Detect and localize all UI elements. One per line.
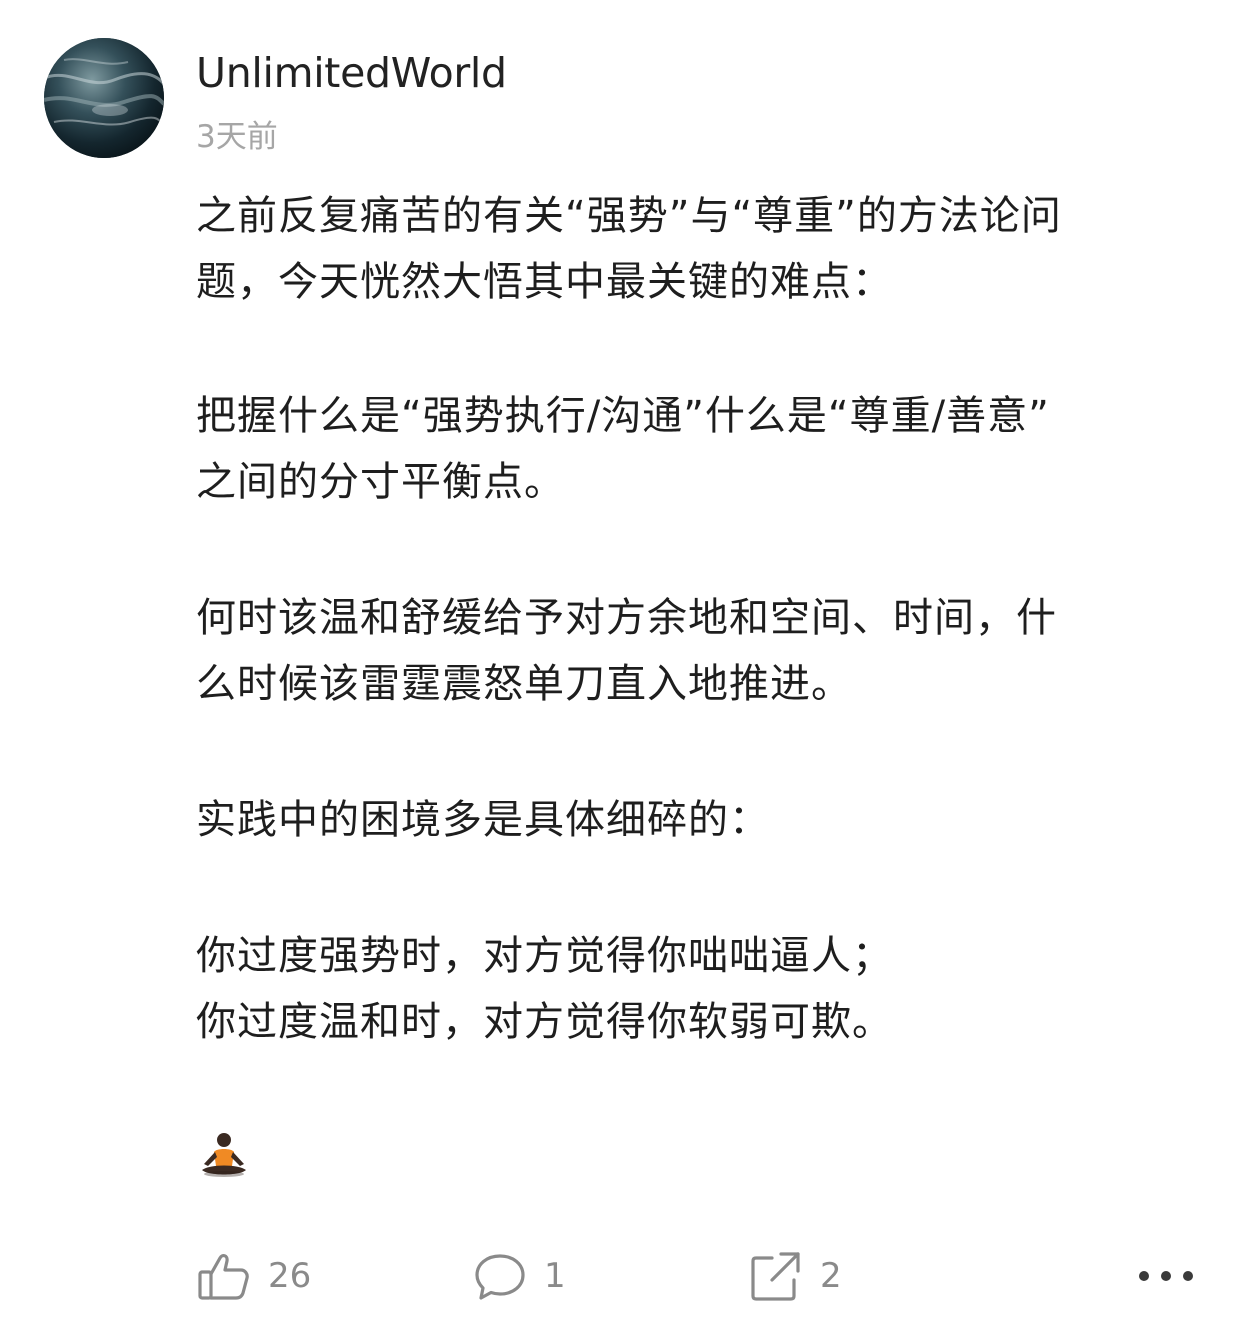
share-button[interactable]: 2	[748, 1240, 842, 1312]
comment-count: 1	[544, 1256, 566, 1296]
content-line: 么时候该雷霆震怒单刀直入地推进。	[196, 661, 852, 707]
content-line: 之间的分寸平衡点。	[196, 459, 565, 505]
post-time: 3天前	[196, 119, 278, 155]
content-line: 你过度温和时，对方觉得你软弱可欺。	[196, 999, 893, 1045]
more-button[interactable]	[1136, 1262, 1196, 1290]
comment-bubble-icon	[472, 1248, 528, 1304]
content-line: 何时该温和舒缓给予对方余地和空间、时间，什	[196, 595, 1057, 641]
author-name[interactable]: UnlimitedWorld	[196, 47, 507, 99]
like-button[interactable]: 26	[196, 1240, 311, 1312]
avatar-image	[44, 38, 164, 158]
thumbs-up-icon	[196, 1248, 252, 1304]
action-bar: 26 1 2	[0, 1240, 1241, 1312]
content-line: 把握什么是“强势执行/沟通”什么是“尊重/善意”	[196, 393, 1050, 439]
share-count: 2	[820, 1256, 842, 1296]
comment-button[interactable]: 1	[472, 1240, 566, 1312]
like-count: 26	[268, 1256, 312, 1296]
more-dots-icon	[1139, 1271, 1193, 1281]
content-line: 题，今天恍然大悟其中最关键的难点：	[196, 259, 893, 305]
meditation-emoji	[196, 1128, 252, 1184]
share-icon	[748, 1248, 804, 1304]
content-line: 之前反复痛苦的有关“强势”与“尊重”的方法论问	[196, 193, 1062, 239]
avatar[interactable]	[44, 38, 164, 158]
content-line: 实践中的困境多是具体细碎的：	[196, 797, 770, 843]
content-line: 你过度强势时，对方觉得你咄咄逼人；	[196, 933, 893, 979]
